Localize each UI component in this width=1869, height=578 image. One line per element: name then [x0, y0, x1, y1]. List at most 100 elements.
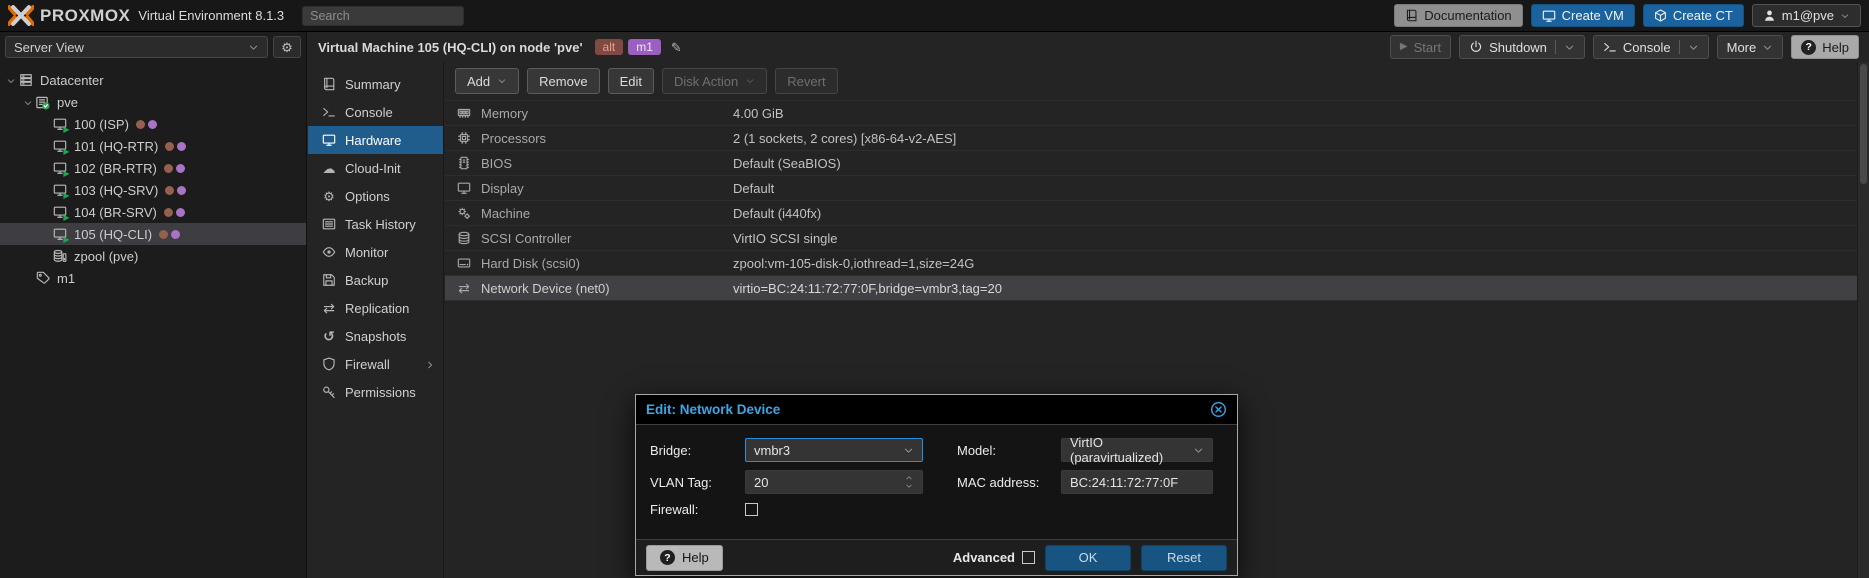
tab-cloud-init[interactable]: ☁ Cloud-Init — [308, 154, 443, 182]
tab-firewall[interactable]: Firewall — [308, 350, 443, 378]
view-selector[interactable]: Server View — [5, 36, 268, 58]
hardware-row-label: Memory — [481, 106, 733, 121]
hardware-row-value: Default — [733, 181, 774, 196]
tree-item-label: Datacenter — [40, 73, 104, 88]
vlan-tag-spinner[interactable]: 20 — [745, 470, 923, 494]
hardware-row-hard-disk-scsi0-[interactable]: Hard Disk (scsi0) zpool:vm-105-disk-0,io… — [445, 251, 1857, 276]
tab-replication[interactable]: ⇄ Replication — [308, 294, 443, 322]
tab-options[interactable]: ⚙ Options — [308, 182, 443, 210]
content-header: Virtual Machine 105 (HQ-CLI) on node 'pv… — [308, 32, 1869, 62]
tree-item-label: 105 (HQ-CLI) — [74, 227, 152, 242]
summary-icon — [322, 77, 336, 91]
ok-button[interactable]: OK — [1045, 545, 1131, 571]
remove-button[interactable]: Remove — [527, 68, 599, 94]
tree-item-100-isp-[interactable]: ▶ 100 (ISP) — [0, 113, 306, 135]
create-ct-label: Create CT — [1673, 8, 1733, 23]
revert-button[interactable]: Revert — [775, 68, 837, 94]
create-ct-button[interactable]: Create CT — [1643, 4, 1744, 27]
edit-tags-icon[interactable]: ✎ — [671, 41, 682, 54]
sidebar-settings-button[interactable]: ⚙ — [273, 36, 301, 58]
bridge-value: vmbr3 — [754, 443, 790, 458]
scsi-icon — [457, 231, 471, 245]
hardware-row-label: SCSI Controller — [481, 231, 733, 246]
vertical-scrollbar[interactable] — [1857, 62, 1869, 578]
more-button[interactable]: More — [1717, 35, 1784, 59]
firewall-checkbox[interactable] — [745, 503, 758, 516]
disk-action-button[interactable]: Disk Action — [662, 68, 767, 94]
chevron-down-icon[interactable] — [1564, 42, 1575, 53]
hardware-row-value: 4.00 GiB — [733, 106, 784, 121]
brand-name: PROXMOX — [40, 6, 130, 26]
mac-address-field[interactable]: BC:24:11:72:77:0F — [1061, 470, 1213, 494]
hardware-row-label: Machine — [481, 206, 733, 221]
tab-hardware[interactable]: Hardware — [308, 126, 443, 154]
tree-item-pve[interactable]: pve — [0, 91, 306, 113]
chevron-down-icon[interactable] — [1688, 42, 1699, 53]
expand-arrow[interactable] — [21, 95, 34, 110]
dialog-titlebar[interactable]: Edit: Network Device — [636, 395, 1237, 425]
tag-dots — [159, 230, 180, 239]
network-icon: ⇄ — [458, 281, 470, 295]
tab-snapshots[interactable]: ↺ Snapshots — [308, 322, 443, 350]
shutdown-button[interactable]: Shutdown — [1459, 35, 1585, 59]
tab-task-history[interactable]: Task History — [308, 210, 443, 238]
add-button[interactable]: Add — [455, 68, 519, 94]
tab-console[interactable]: Console — [308, 98, 443, 126]
hardware-row-network-device-net0-[interactable]: ⇄ Network Device (net0) virtio=BC:24:11:… — [445, 276, 1857, 301]
hardware-row-machine[interactable]: Machine Default (i440fx) — [445, 201, 1857, 226]
tree-item-datacenter[interactable]: Datacenter — [0, 69, 306, 91]
hardware-row-scsi-controller[interactable]: SCSI Controller VirtIO SCSI single — [445, 226, 1857, 251]
tree-item-103-hq-srv-[interactable]: ▶ 103 (HQ-SRV) — [0, 179, 306, 201]
running-indicator-icon: ▶ — [63, 192, 69, 200]
close-icon[interactable] — [1210, 401, 1227, 418]
vm-tag-alt: alt — [595, 39, 624, 55]
tab-backup[interactable]: Backup — [308, 266, 443, 294]
vm-icon: ▶ — [53, 139, 67, 153]
hardware-row-memory[interactable]: Memory 4.00 GiB — [445, 101, 1857, 126]
search-input[interactable] — [302, 6, 464, 26]
tree-item-104-br-srv-[interactable]: ▶ 104 (BR-SRV) — [0, 201, 306, 223]
hardware-row-label: Processors — [481, 131, 733, 146]
model-combobox[interactable]: VirtIO (paravirtualized) — [1061, 438, 1213, 462]
hardware-row-value: 2 (1 sockets, 2 cores) [x86-64-v2-AES] — [733, 131, 956, 146]
tab-monitor[interactable]: Monitor — [308, 238, 443, 266]
edit-network-device-dialog: Edit: Network Device Bridge: vmbr3 Model… — [635, 394, 1238, 576]
hardware-row-display[interactable]: Display Default — [445, 176, 1857, 201]
help-button[interactable]: ? Help — [646, 545, 723, 571]
dialog-footer: ? Help Advanced OK Reset — [636, 539, 1237, 575]
tab-permissions[interactable]: Permissions — [308, 378, 443, 406]
spinner-up-icon[interactable] — [904, 474, 914, 482]
tree-item-m1[interactable]: m1 — [0, 267, 306, 289]
storage-icon — [53, 249, 67, 263]
help-button[interactable]: ?Help — [1791, 35, 1859, 59]
hardware-row-bios[interactable]: BIOS Default (SeaBIOS) — [445, 151, 1857, 176]
reset-button[interactable]: Reset — [1141, 545, 1227, 571]
create-vm-button[interactable]: Create VM — [1531, 4, 1635, 27]
tree-item-zpool-pve-[interactable]: zpool (pve) — [0, 245, 306, 267]
spinner-down-icon[interactable] — [904, 482, 914, 490]
edit-button[interactable]: Edit — [608, 68, 654, 94]
book-icon — [1405, 9, 1418, 22]
advanced-label: Advanced — [953, 550, 1015, 565]
tree-item-105-hq-cli-[interactable]: ▶ 105 (HQ-CLI) — [0, 223, 306, 245]
tree-item-102-br-rtr-[interactable]: ▶ 102 (BR-RTR) — [0, 157, 306, 179]
monitor-icon — [322, 245, 336, 259]
expand-arrow[interactable] — [4, 73, 17, 88]
firewall-icon — [322, 357, 336, 371]
start-button[interactable]: ▶Start — [1390, 35, 1451, 59]
hardware-row-processors[interactable]: Processors 2 (1 sockets, 2 cores) [x86-6… — [445, 126, 1857, 151]
scrollbar-thumb[interactable] — [1860, 64, 1867, 184]
documentation-button[interactable]: Documentation — [1394, 4, 1522, 27]
reset-label: Reset — [1167, 550, 1201, 565]
tab-label: Replication — [345, 301, 409, 316]
tab-summary[interactable]: Summary — [308, 70, 443, 98]
harddisk-icon — [457, 256, 471, 270]
console-button[interactable]: Console — [1593, 35, 1709, 59]
chevron-down-icon — [903, 445, 914, 456]
model-label: Model: — [957, 443, 1061, 458]
user-menu-button[interactable]: m1@pve — [1752, 4, 1861, 27]
advanced-checkbox[interactable] — [1022, 551, 1035, 564]
bridge-combobox[interactable]: vmbr3 — [745, 438, 923, 462]
tree-item-101-hq-rtr-[interactable]: ▶ 101 (HQ-RTR) — [0, 135, 306, 157]
button-label: Help — [1822, 40, 1849, 55]
